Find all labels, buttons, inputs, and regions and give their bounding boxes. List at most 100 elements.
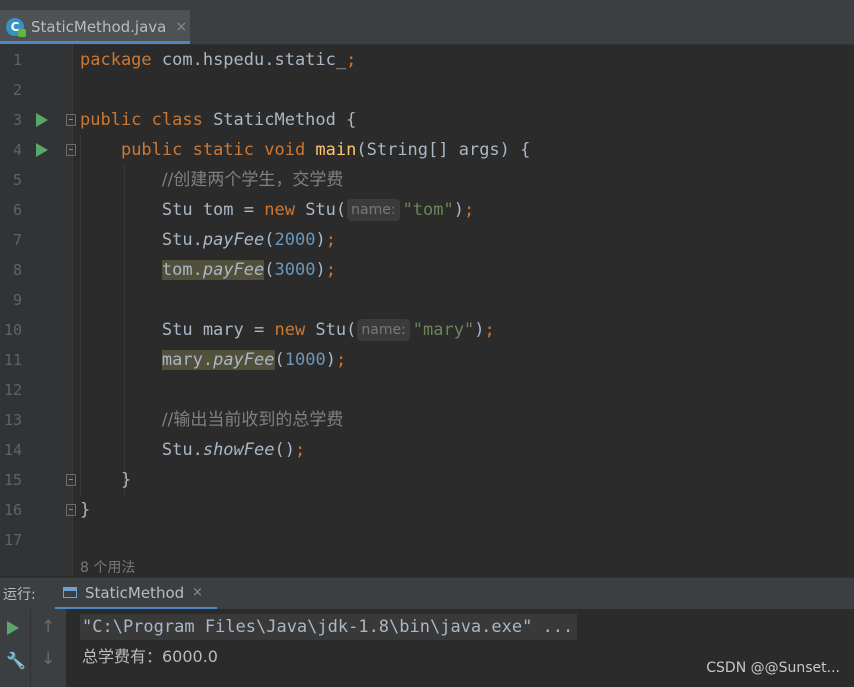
wrench-icon[interactable]: 🔧	[6, 651, 26, 670]
active-tab-indicator	[0, 41, 190, 44]
code-token: main	[315, 140, 357, 160]
java-class-icon: C	[6, 18, 26, 37]
line-number: 3	[12, 111, 22, 129]
watermark: CSDN @@Sunset...	[706, 660, 840, 676]
code-token: )	[474, 320, 485, 340]
code-line[interactable]: 14 Stu.showFee();	[0, 435, 854, 465]
line-number: 1	[12, 51, 22, 69]
line-number: 8	[12, 261, 22, 279]
code-line[interactable]: 15 }	[0, 465, 854, 495]
code-token: tom.	[161, 260, 203, 280]
console-icon	[63, 587, 77, 598]
code-line[interactable]: 8 tom.payFee(3000);	[0, 255, 854, 285]
code-line[interactable]: 17	[0, 525, 854, 555]
line-number: 16	[3, 501, 22, 519]
run-gutter-icon[interactable]	[36, 143, 48, 157]
code-line[interactable]: 9	[0, 285, 854, 315]
code-text[interactable]: //输出当前收到的总学费	[80, 405, 343, 435]
console-output-line: 总学费有：6000.0	[82, 647, 218, 666]
code-line[interactable]: 2	[0, 75, 854, 105]
code-token: }	[80, 500, 91, 520]
arrow-up-icon[interactable]: ↑	[41, 617, 55, 637]
code-text[interactable]: //创建两个学生，交学费	[80, 165, 343, 195]
code-token: ;	[325, 230, 336, 250]
line-number: 4	[12, 141, 22, 159]
fold-icon[interactable]	[66, 504, 76, 516]
run-tab-staticmethod[interactable]: StaticMethod ×	[55, 578, 217, 610]
code-line[interactable]: 6 Stu tom = new Stu(name: "tom");	[0, 195, 854, 225]
console-toolbar: ↑ ↓	[30, 609, 66, 687]
line-number: 12	[3, 381, 22, 399]
code-token: new	[264, 200, 306, 220]
code-token: }	[80, 470, 132, 490]
line-number: 5	[12, 171, 22, 189]
code-line[interactable]: 5 //创建两个学生，交学费	[0, 165, 854, 195]
run-panel-header: 运行: StaticMethod ×	[0, 577, 854, 610]
close-icon[interactable]: ×	[175, 19, 187, 35]
close-icon[interactable]: ×	[192, 585, 203, 600]
line-number: 15	[3, 471, 22, 489]
code-token: 2000	[274, 230, 316, 250]
code-text[interactable]: }	[80, 465, 131, 495]
run-gutter-icon[interactable]	[36, 113, 48, 127]
code-token: ;	[464, 200, 475, 220]
line-number: 11	[3, 351, 22, 369]
code-text[interactable]: tom.payFee(3000);	[80, 255, 336, 285]
code-token: com.hspedu.static_	[161, 50, 347, 70]
arrow-down-icon[interactable]: ↓	[41, 649, 55, 669]
code-line[interactable]: 3 public class StaticMethod {	[0, 105, 854, 135]
code-line[interactable]: 12	[0, 375, 854, 405]
code-text[interactable]: Stu tom = new Stu(name: "tom");	[80, 195, 474, 225]
code-token: Stu tom =	[80, 200, 265, 220]
code-editor[interactable]: 1 package com.hspedu.static_; 2 3 public cla…	[0, 45, 854, 576]
code-token: //创建两个学生，交学费	[161, 170, 344, 190]
code-text[interactable]: mary.payFee(1000);	[80, 345, 346, 375]
code-line[interactable]: 13 //输出当前收到的总学费	[0, 405, 854, 435]
code-token: package	[80, 50, 162, 70]
code-text[interactable]: public class StaticMethod {	[80, 105, 356, 135]
tab-label: StaticMethod.java	[31, 18, 167, 36]
code-text[interactable]: Stu.payFee(2000);	[80, 225, 336, 255]
code-line[interactable]: 7 Stu.payFee(2000);	[0, 225, 854, 255]
code-line[interactable]: 4 public static void main(String[] args)…	[0, 135, 854, 165]
parameter-hint: name:	[347, 199, 400, 221]
code-token: (	[274, 350, 285, 370]
code-text[interactable]: }	[80, 495, 90, 525]
code-token: mary.	[161, 350, 214, 370]
code-token: )	[453, 200, 464, 220]
code-text[interactable]: Stu mary = new Stu(name: "mary");	[80, 315, 495, 345]
code-token: public class	[80, 110, 214, 130]
code-text[interactable]: Stu.showFee();	[80, 435, 305, 465]
code-token: Stu mary =	[80, 320, 275, 340]
code-line[interactable]: 16}	[0, 495, 854, 525]
code-text[interactable]: package com.hspedu.static_;	[80, 45, 356, 75]
tab-staticmethod-java[interactable]: C StaticMethod.java ×	[0, 10, 190, 44]
code-line[interactable]: 10 Stu mary = new Stu(name: "mary");	[0, 315, 854, 345]
fold-icon[interactable]	[66, 114, 76, 126]
code-token: payFee	[213, 350, 275, 370]
code-token: )	[325, 350, 336, 370]
console-command-line[interactable]: "C:\Program Files\Java\jdk-1.8\bin\java.…	[80, 614, 578, 640]
usages-hint: 8 个用法	[80, 560, 136, 576]
run-toolbar: 🔧	[0, 609, 30, 687]
code-text[interactable]: public static void main(String[] args) {	[80, 135, 530, 165]
code-token: )	[315, 230, 326, 250]
code-token: ;	[484, 320, 495, 340]
window-top-strip	[0, 0, 854, 10]
code-token: Stu(	[315, 320, 357, 340]
rerun-icon[interactable]	[7, 621, 19, 635]
fold-icon[interactable]	[66, 474, 76, 486]
line-number: 13	[3, 411, 22, 429]
code-line[interactable]: 1 package com.hspedu.static_;	[0, 45, 854, 75]
line-number: 7	[12, 231, 22, 249]
fold-icon[interactable]	[66, 144, 76, 156]
code-line[interactable]: 11 mary.payFee(1000);	[0, 345, 854, 375]
code-token: public static void	[120, 140, 316, 160]
code-token: showFee	[202, 440, 275, 460]
code-token: ;	[325, 260, 336, 280]
